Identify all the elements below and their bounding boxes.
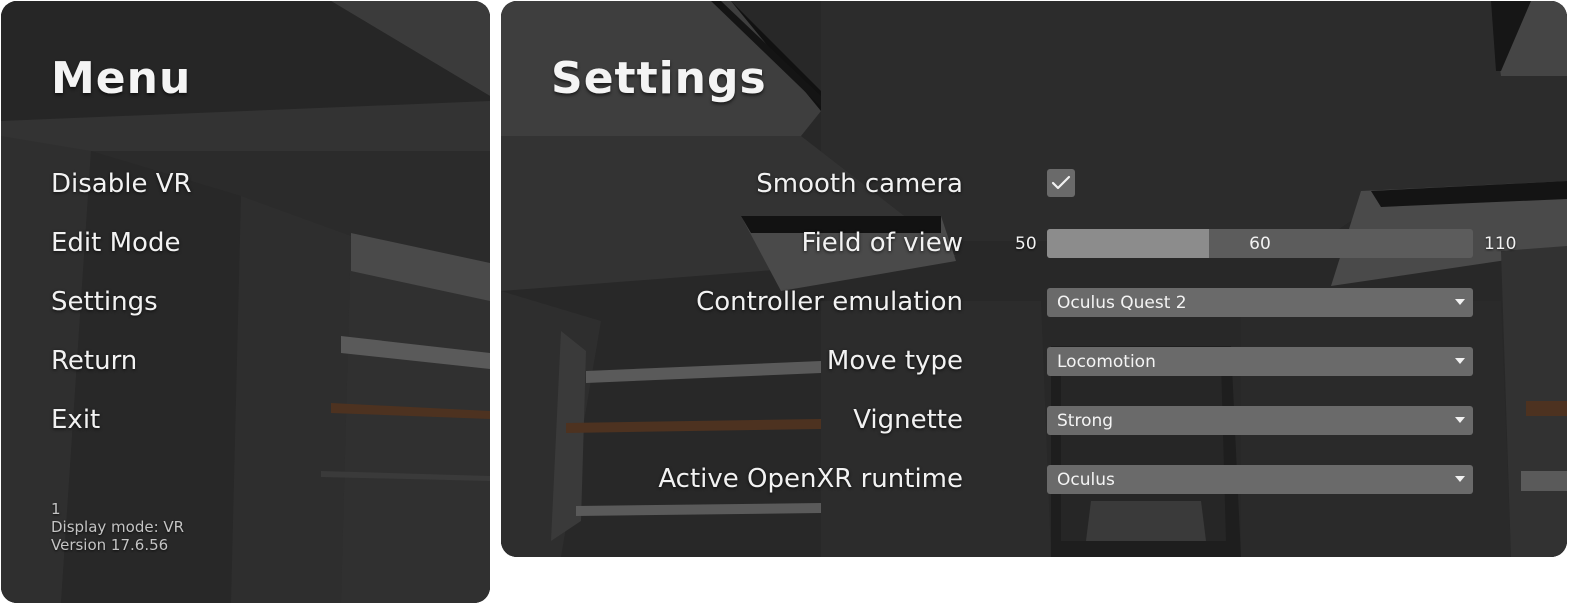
menu-title: Menu — [51, 53, 192, 104]
menu-item-settings[interactable]: Settings — [51, 287, 158, 317]
check-icon — [1051, 175, 1071, 190]
smooth-camera-checkbox[interactable] — [1047, 169, 1075, 197]
vignette-value: Strong — [1057, 410, 1114, 431]
move-type-value: Locomotion — [1057, 351, 1156, 372]
openxr-runtime-dropdown[interactable]: Oculus — [1047, 465, 1473, 494]
vignette-dropdown[interactable]: Strong — [1047, 406, 1473, 435]
chevron-down-icon — [1455, 476, 1465, 482]
chevron-down-icon — [1455, 417, 1465, 423]
openxr-runtime-label: Active OpenXR runtime — [658, 464, 963, 494]
controller-emulation-label: Controller emulation — [696, 287, 963, 317]
menu-panel: Menu Disable VR Edit Mode Settings Retur… — [1, 1, 490, 603]
move-type-label: Move type — [826, 346, 963, 376]
smooth-camera-label: Smooth camera — [756, 169, 963, 199]
display-mode-text: Display mode: VR — [51, 518, 185, 536]
openxr-runtime-value: Oculus — [1057, 469, 1115, 490]
fov-max-label: 110 — [1484, 234, 1517, 254]
fov-value: 60 — [1249, 233, 1271, 254]
field-of-view-slider[interactable]: 60 — [1047, 229, 1473, 258]
settings-title: Settings — [551, 53, 767, 104]
fov-min-label: 50 — [1015, 234, 1037, 254]
vignette-label: Vignette — [853, 405, 963, 435]
settings-panel: Settings Smooth camera Field of view 50 … — [501, 1, 1567, 557]
menu-item-exit[interactable]: Exit — [51, 405, 100, 435]
move-type-dropdown[interactable]: Locomotion — [1047, 347, 1473, 376]
controller-emulation-dropdown[interactable]: Oculus Quest 2 — [1047, 288, 1473, 317]
menu-item-disable-vr[interactable]: Disable VR — [51, 169, 192, 199]
controller-emulation-value: Oculus Quest 2 — [1057, 292, 1187, 313]
menu-item-edit-mode[interactable]: Edit Mode — [51, 228, 180, 258]
footer-counter: 1 — [51, 500, 61, 518]
field-of-view-label: Field of view — [801, 228, 963, 258]
chevron-down-icon — [1455, 299, 1465, 305]
chevron-down-icon — [1455, 358, 1465, 364]
version-text: Version 17.6.56 — [51, 536, 169, 554]
menu-item-return[interactable]: Return — [51, 346, 137, 376]
